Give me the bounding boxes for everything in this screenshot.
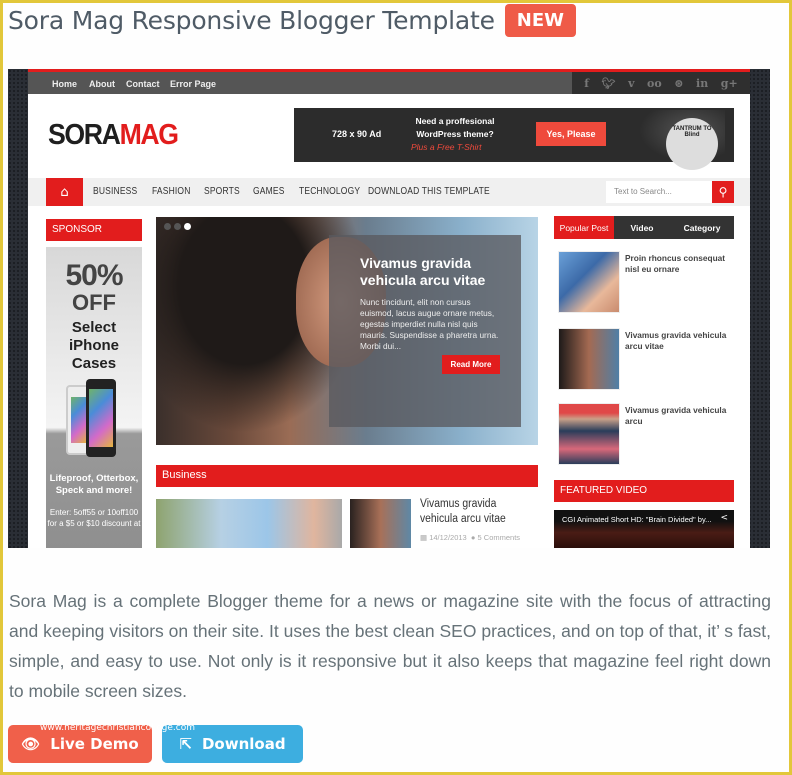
linkedin-icon: in	[696, 76, 709, 90]
featured-slider: Vivamus gravida vehicula arcu vitae Nunc…	[156, 217, 538, 445]
preview-site: Home About Contact Error Page f 🐦︎ v oo …	[28, 69, 750, 548]
popular-post-item: Vivamus gravida vehicula arcu	[558, 403, 738, 469]
title-row: Sora Mag Responsive Blogger Template NEW	[8, 4, 577, 37]
sponsor-line3: Cases	[71, 355, 117, 372]
popular-post-title: Vivamus gravida vehicula arcu vitae	[625, 330, 727, 351]
preview-topbar: Home About Contact Error Page f 🐦︎ v oo …	[28, 69, 750, 94]
ad-subline: Plus a Free T-Shirt	[411, 142, 482, 152]
sponsor-brands: Lifeproof, Otterbox, Speck and more!	[49, 473, 139, 496]
popular-post-thumb	[558, 328, 620, 390]
topnav-error-page: Error Page	[170, 79, 217, 89]
comment-icon: ●	[470, 533, 476, 542]
banner-ad: 728 x 90 Ad Need a proffesional WordPres…	[294, 108, 734, 170]
popular-post-item: Vivamus gravida vehicula arcu vitae	[558, 328, 738, 394]
iphone-image	[64, 379, 124, 459]
black-iphone	[86, 379, 116, 457]
read-more-button: Read More	[442, 355, 500, 374]
ad-cta-button: Yes, Please	[536, 122, 606, 146]
popular-post-title: Proin rhoncus consequat nisl eu ornare	[625, 253, 726, 274]
slider-excerpt: Nunc tincidunt, elit non cursus euismod,…	[360, 297, 499, 351]
ad-badge: TANTRUM TO Blind	[666, 118, 718, 170]
new-badge: NEW	[504, 4, 577, 37]
ad-headline: Need a proffesional WordPress theme?	[415, 116, 495, 139]
sponsor-percent: 50%	[65, 259, 123, 292]
download-label: Download	[201, 735, 286, 753]
ad-size-label: 728 x 90 Ad	[332, 129, 382, 139]
calendar-icon: ▦	[420, 533, 428, 542]
google-plus-icon: g+	[720, 76, 738, 90]
share-icon: <	[720, 513, 728, 523]
menu-games: GAMES	[253, 186, 285, 197]
business-post-title: Vivamus gravida vehicula arcu vitae	[420, 498, 506, 525]
tab-popular-post: Popular Post	[554, 216, 614, 239]
popular-post-thumb	[558, 251, 620, 313]
sponsor-heading: SPONSOR	[46, 219, 142, 241]
twitter-icon: 🐦︎	[601, 76, 616, 90]
menu-download-template: DOWNLOAD THIS TEMPLATE	[368, 186, 490, 197]
slider-title: Vivamus gravida vehicula arcu vitae	[360, 255, 486, 288]
business-phone-image	[156, 499, 342, 548]
sponsor-ad: 50% OFF Select iPhone Cases Lifeproof, O…	[46, 247, 142, 548]
search-icon: ⚲	[712, 181, 734, 203]
topnav-about: About	[89, 79, 115, 89]
tab-video: Video	[630, 222, 654, 233]
menu-technology: TECHNOLOGY	[299, 186, 361, 197]
external-link-icon: ⇱	[179, 735, 192, 753]
facebook-icon: f	[584, 76, 589, 90]
post-comments: 5 Comments	[477, 533, 521, 542]
video-title: CGI Animated Short HD: "Brain Divided" b…	[562, 515, 712, 524]
dribbble-icon: ⊛	[674, 76, 684, 90]
preview-menu: ⌂ BUSINESS FASHION SPORTS GAMES TECHNOLO…	[28, 178, 750, 206]
popular-post-thumb	[558, 403, 620, 465]
slider-dot-active	[184, 223, 191, 230]
preview-logo: SORAMAG	[48, 119, 180, 152]
live-demo-label: Live Demo	[50, 735, 139, 753]
sidebar-tabs: Popular Post Video Category	[554, 216, 734, 239]
watermark: www.heritagechristiancollege.com	[40, 723, 195, 733]
sponsor-off: OFF	[72, 290, 116, 315]
tab-category: Category	[683, 222, 721, 233]
menu-business: BUSINESS	[93, 186, 138, 197]
popular-post-title: Vivamus gravida vehicula arcu	[625, 405, 727, 426]
slider-dot	[174, 223, 181, 230]
page-title: Sora Mag Responsive Blogger Template	[8, 6, 495, 35]
template-preview-image[interactable]: Home About Contact Error Page f 🐦︎ v oo …	[8, 69, 770, 548]
business-thumb-image	[350, 499, 411, 548]
slider-dots	[164, 223, 191, 230]
flickr-icon: oo	[647, 76, 662, 90]
sponsor-line2: iPhone	[68, 337, 119, 354]
topnav-contact: Contact	[126, 79, 160, 89]
social-icons: f 🐦︎ v oo ⊛ in g+	[572, 72, 750, 94]
menu-sports: SPORTS	[204, 186, 240, 197]
topnav-home: Home	[52, 79, 78, 89]
business-post-meta: ▦ 14/12/2013 ● 5 Comments	[420, 533, 520, 542]
slider-caption: Vivamus gravida vehicula arcu vitae Nunc…	[329, 235, 521, 427]
featured-video-heading: FEATURED VIDEO	[554, 480, 734, 502]
popular-post-item: Proin rhoncus consequat nisl eu ornare	[558, 251, 738, 317]
menu-fashion: FASHION	[152, 186, 191, 197]
business-heading: Business	[156, 465, 538, 487]
post-date: 14/12/2013	[429, 533, 467, 542]
logo-part-sora: SORA	[48, 119, 121, 151]
home-icon: ⌂	[46, 178, 83, 206]
featured-video-player: CGI Animated Short HD: "Brain Divided" b…	[554, 510, 734, 548]
sponsor-promo: Enter: 5off55 or 10off100 for a $5 or $1…	[47, 508, 141, 528]
sponsor-line1: Select	[71, 319, 117, 336]
eye-icon: 👁︎	[21, 735, 41, 753]
logo-part-mag: MAG	[119, 119, 180, 151]
vimeo-icon: v	[628, 76, 635, 90]
slider-dot	[164, 223, 171, 230]
template-description: Sora Mag is a complete Blogger theme for…	[9, 591, 771, 701]
preview-search-input: Text to Search...	[606, 181, 712, 203]
